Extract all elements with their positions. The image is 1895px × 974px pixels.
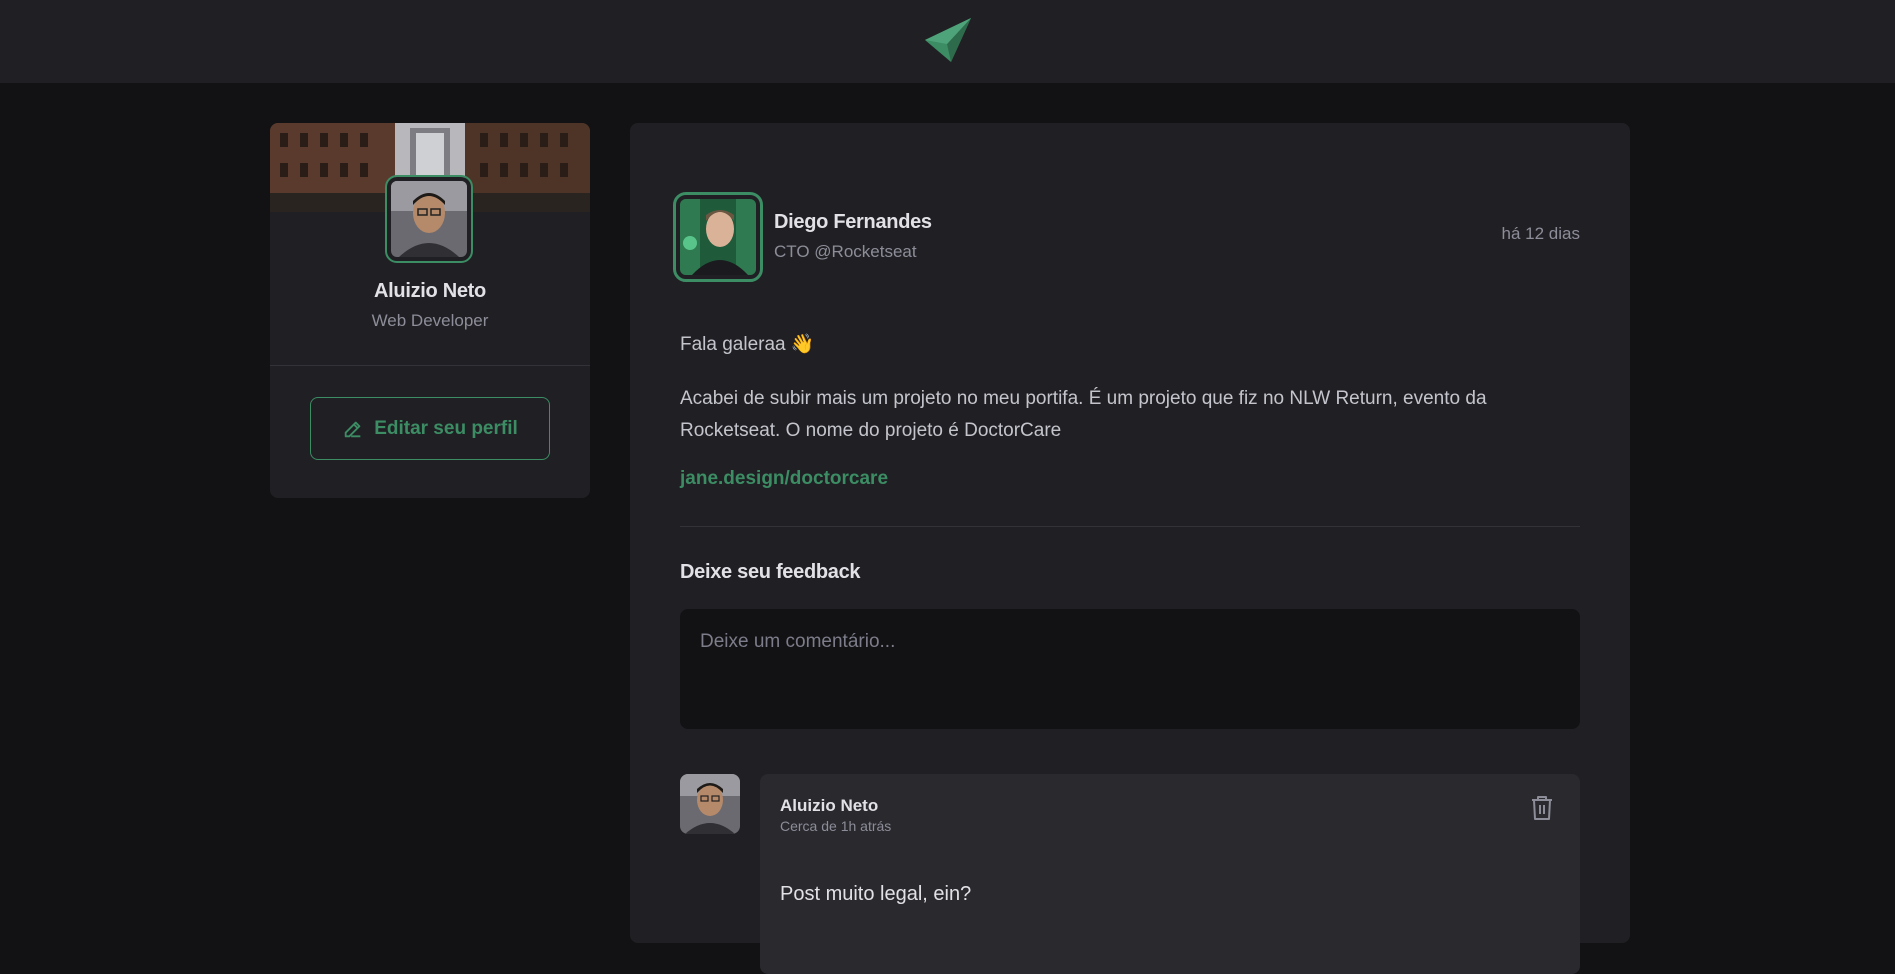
trash-icon: [1532, 795, 1552, 820]
comment-input[interactable]: [680, 609, 1580, 729]
user-avatar[interactable]: [385, 175, 473, 263]
app-header: [0, 0, 1895, 83]
profile-sidebar: Aluizio Neto Web Developer Editar seu pe…: [270, 123, 590, 498]
ignite-feed-logo-icon[interactable]: [924, 18, 971, 62]
comment-card: Aluizio Neto Cerca de 1h atrás Post muit…: [760, 774, 1580, 974]
profile-role: Web Developer: [371, 311, 489, 330]
divider: [270, 365, 590, 366]
profile-name: Aluizio Neto: [374, 280, 486, 302]
post-link[interactable]: jane.design/doctorcare: [680, 468, 888, 490]
comment-timestamp: Cerca de 1h atrás: [780, 818, 892, 834]
comment-text: Post muito legal, ein?: [780, 883, 972, 905]
post-card: Diego Fernandes CTO @Rocketseat há 12 di…: [630, 123, 1630, 974]
post-greeting: Fala galeraa 👋: [680, 334, 815, 355]
edit-profile-label: Editar seu perfil: [374, 417, 518, 439]
delete-comment-button[interactable]: [1528, 794, 1556, 824]
comment-author-avatar[interactable]: [680, 774, 740, 834]
author-name: Diego Fernandes: [774, 211, 932, 233]
post-timestamp: há 12 dias: [1501, 224, 1580, 243]
divider: [680, 526, 1580, 527]
feedback-title: Deixe seu feedback: [680, 561, 861, 583]
edit-profile-button[interactable]: Editar seu perfil: [310, 397, 550, 460]
pencil-icon: [344, 421, 361, 437]
post-body: Acabei de subir mais um projeto no meu p…: [680, 388, 1487, 441]
author-role: CTO @Rocketseat: [774, 242, 917, 261]
author-avatar[interactable]: [673, 192, 763, 282]
comment-author-name: Aluizio Neto: [780, 796, 879, 815]
